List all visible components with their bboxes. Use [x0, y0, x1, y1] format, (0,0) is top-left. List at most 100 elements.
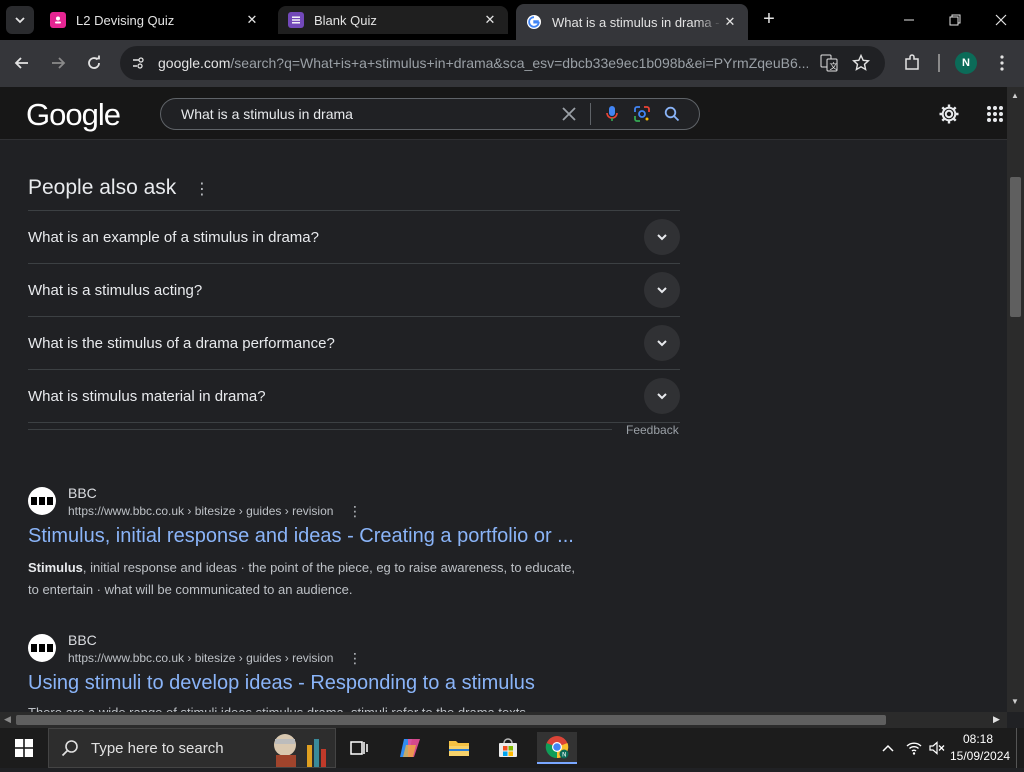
snippet-text: , initial response and ideas · the point…	[28, 560, 576, 597]
file-explorer-button[interactable]	[439, 732, 479, 764]
minimize-button[interactable]	[886, 0, 932, 40]
search-icon	[61, 740, 78, 757]
network-button[interactable]	[904, 728, 924, 768]
google-icon	[526, 14, 542, 30]
tab-title: What is a stimulus in drama - Go	[552, 14, 722, 30]
tab-title: L2 Devising Quiz	[76, 12, 175, 28]
store-icon	[499, 738, 517, 757]
close-icon	[995, 14, 1007, 26]
site-info-icon[interactable]	[126, 51, 150, 75]
result-title-link[interactable]: Stimulus, initial response and ideas - C…	[28, 525, 574, 548]
chrome-menu-button[interactable]	[989, 50, 1015, 76]
task-view-button[interactable]	[340, 732, 380, 764]
browser-toolbar: google.com/search?q=What+is+a+stimulus+i…	[0, 40, 1024, 87]
close-icon[interactable]: ✕	[482, 12, 498, 28]
result-snippet: There are a wide range of stimuli ideas …	[28, 704, 588, 712]
vertical-scrollbar[interactable]: ▲ ▼	[1007, 87, 1024, 712]
chevron-down-icon[interactable]	[644, 219, 680, 255]
bbc-favicon	[28, 634, 56, 662]
forms-icon	[50, 12, 66, 28]
bookmark-star-icon[interactable]	[849, 51, 873, 75]
clear-icon[interactable]	[554, 99, 584, 129]
paa-question[interactable]: What is stimulus material in drama?	[28, 370, 680, 423]
close-icon[interactable]: ✕	[244, 12, 260, 28]
search-input[interactable]: What is a stimulus in drama	[181, 106, 554, 122]
result-url: https://www.bbc.co.uk › bitesize › guide…	[68, 651, 334, 665]
search-icon[interactable]	[657, 99, 687, 129]
start-button[interactable]	[0, 728, 48, 768]
system-clock[interactable]: 08:18 15/09/2024	[950, 731, 1011, 765]
paa-question-text: What is a stimulus acting?	[28, 281, 203, 299]
horizontal-scroll-thumb[interactable]	[16, 715, 886, 725]
scroll-right-arrow-icon[interactable]: ▶	[993, 714, 1000, 725]
reload-button[interactable]	[81, 50, 107, 76]
search-highlight-icon	[265, 731, 329, 772]
vertical-scroll-thumb[interactable]	[1010, 177, 1021, 317]
taskbar-search-placeholder: Type here to search	[91, 739, 224, 757]
horizontal-scrollbar[interactable]: ◀ ▶	[0, 712, 1007, 728]
volume-muted-icon	[929, 741, 945, 755]
translate-icon[interactable]: 文	[817, 51, 841, 75]
clock-date: 15/09/2024	[950, 749, 1011, 763]
microphone-icon[interactable]	[597, 99, 627, 129]
address-bar[interactable]: google.com/search?q=What+is+a+stimulus+i…	[120, 46, 885, 80]
result-title-link[interactable]: Using stimuli to develop ideas - Respond…	[28, 672, 535, 695]
scroll-down-arrow-icon[interactable]: ▼	[1011, 697, 1019, 706]
profile-avatar[interactable]: N	[955, 52, 977, 74]
restore-button[interactable]	[932, 0, 978, 40]
close-icon[interactable]: ✕	[722, 14, 738, 30]
snippet-bold: Stimulus	[28, 560, 83, 575]
paa-list: What is an example of a stimulus in dram…	[28, 210, 680, 423]
chrome-icon: N	[545, 736, 569, 759]
feedback-link[interactable]: Feedback	[626, 423, 679, 437]
microsoft-store-button[interactable]	[488, 732, 528, 764]
paa-question-text: What is stimulus material in drama?	[28, 387, 266, 405]
arrow-right-icon	[52, 57, 66, 69]
chevron-down-icon[interactable]	[644, 325, 680, 361]
result-more-icon[interactable]: ⋮	[348, 503, 362, 520]
clock-time: 08:18	[962, 732, 994, 746]
paa-heading: People also ask	[28, 176, 177, 199]
result-url: https://www.bbc.co.uk › bitesize › guide…	[68, 504, 334, 518]
volume-button[interactable]	[927, 728, 947, 768]
tab-l2-devising-quiz[interactable]: L2 Devising Quiz ✕	[40, 6, 270, 34]
tab-search-button[interactable]	[6, 6, 34, 34]
paa-question-text: What is an example of a stimulus in dram…	[28, 228, 319, 246]
paa-question[interactable]: What is a stimulus acting?	[28, 264, 680, 317]
reload-icon	[88, 55, 100, 69]
paa-question[interactable]: What is the stimulus of a drama performa…	[28, 317, 680, 370]
search-box[interactable]: What is a stimulus in drama	[160, 98, 700, 130]
copilot-icon	[400, 739, 420, 757]
chevron-down-icon[interactable]	[644, 378, 680, 414]
scroll-left-arrow-icon[interactable]: ◀	[4, 714, 11, 725]
extensions-button[interactable]	[899, 50, 925, 76]
result-more-icon[interactable]: ⋮	[348, 650, 362, 667]
tab-blank-quiz[interactable]: Blank Quiz ✕	[278, 6, 508, 34]
google-header: Google What is a stimulus in drama	[0, 87, 1007, 140]
arrow-left-icon	[14, 57, 28, 69]
back-button[interactable]	[9, 50, 35, 76]
chevron-down-icon	[15, 17, 25, 24]
show-desktop-button[interactable]	[1016, 728, 1024, 768]
taskbar-search[interactable]: Type here to search	[48, 728, 336, 768]
close-window-button[interactable]	[978, 0, 1024, 40]
show-hidden-icons-button[interactable]	[878, 728, 898, 768]
restore-icon	[949, 14, 961, 26]
google-logo[interactable]: Google	[26, 97, 121, 133]
paa-question[interactable]: What is an example of a stimulus in dram…	[28, 211, 680, 264]
tab-google-search[interactable]: What is a stimulus in drama - Go ✕	[516, 4, 748, 40]
lens-icon[interactable]	[627, 99, 657, 129]
settings-gear-icon[interactable]	[936, 101, 962, 127]
new-tab-button[interactable]: +	[758, 8, 780, 30]
kebab-menu-icon	[1000, 55, 1004, 71]
forward-button[interactable]	[45, 50, 71, 76]
windows-taskbar: Type here to search N 08:18 15/09/2024	[0, 728, 1024, 768]
scroll-up-arrow-icon[interactable]: ▲	[1011, 91, 1019, 100]
copilot-button[interactable]	[390, 732, 430, 764]
apps-grid-icon[interactable]	[982, 101, 1007, 127]
url-path: /search?q=What+is+a+stimulus+in+drama&sc…	[230, 55, 808, 71]
forms-list-icon	[288, 12, 304, 28]
paa-more-icon[interactable]: ⋮	[194, 179, 210, 199]
chrome-taskbar-button[interactable]: N	[537, 732, 577, 764]
chevron-down-icon[interactable]	[644, 272, 680, 308]
